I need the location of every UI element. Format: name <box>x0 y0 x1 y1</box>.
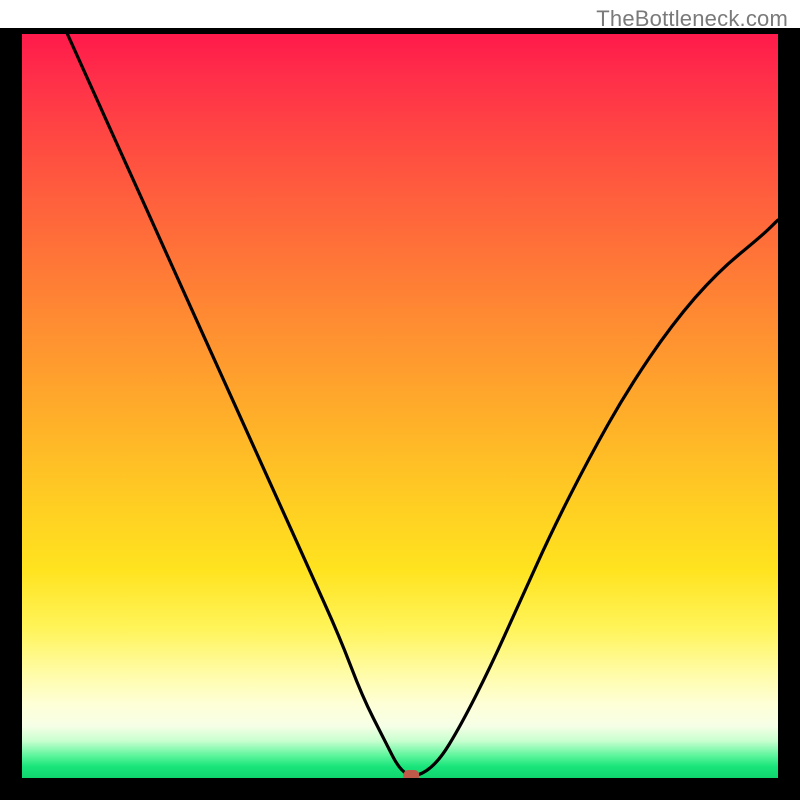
plot-frame <box>0 28 800 800</box>
bottleneck-curve <box>67 34 778 776</box>
optimal-marker <box>403 770 419 778</box>
watermark-label: TheBottleneck.com <box>596 6 788 32</box>
chart-container: TheBottleneck.com <box>0 0 800 800</box>
curve-layer <box>22 34 778 778</box>
plot-area <box>22 34 778 778</box>
